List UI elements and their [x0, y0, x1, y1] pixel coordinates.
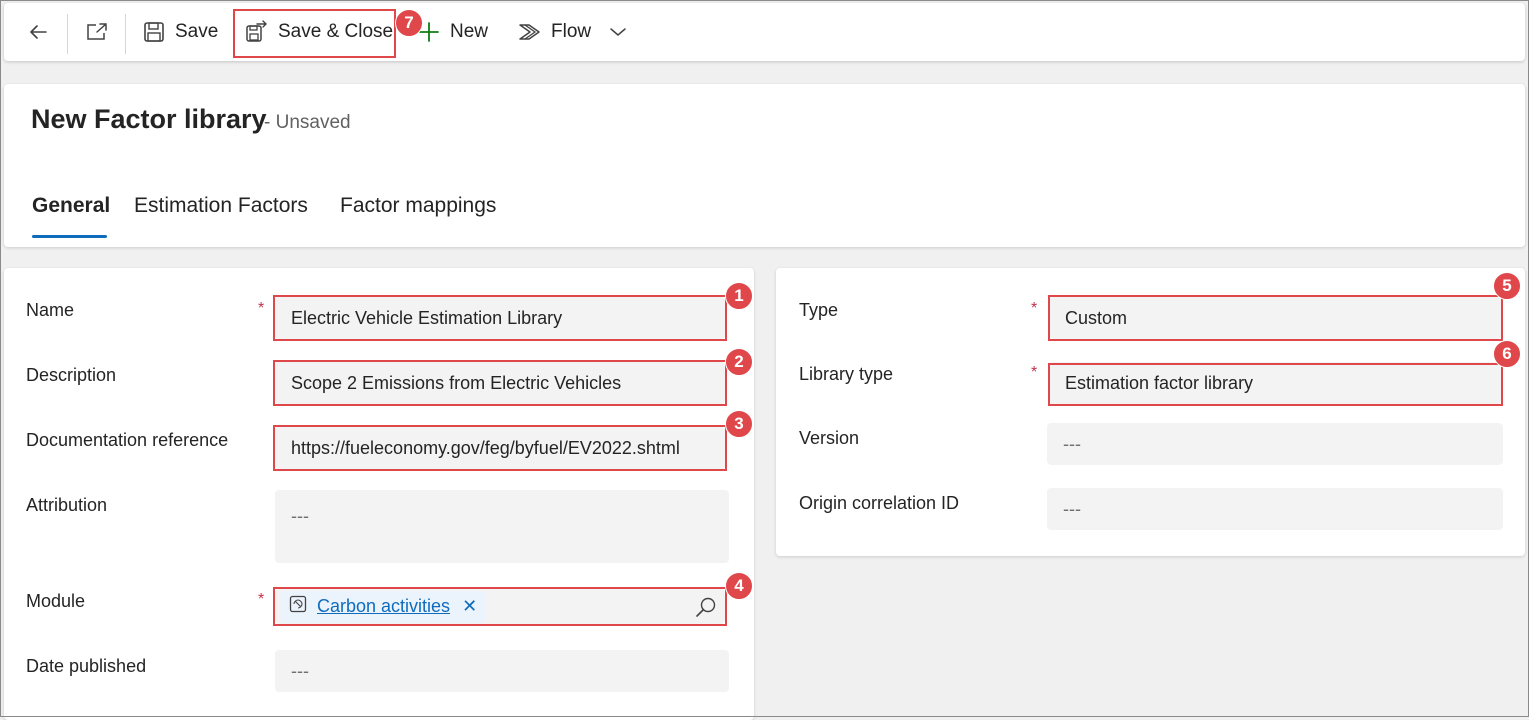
save-and-close-button[interactable]: Save & Close [245, 3, 393, 61]
callout-badge-6: 6 [1493, 340, 1521, 368]
module-tag-link[interactable]: Carbon activities [317, 596, 450, 617]
save-label: Save [175, 21, 219, 42]
flow-label: Flow [551, 21, 592, 42]
description-label: Description [26, 365, 117, 385]
date-published-field[interactable]: --- [275, 650, 729, 692]
toolbar-divider [67, 14, 68, 54]
save-status: - Unsaved [264, 112, 351, 133]
page-title: New Factor library [31, 104, 267, 134]
attribution-label: Attribution [26, 495, 108, 515]
callout-badge-4: 4 [725, 572, 753, 600]
new-button[interactable]: New [418, 3, 488, 61]
tab-estimation-factors[interactable]: Estimation Factors [134, 194, 308, 218]
active-tab-indicator [32, 235, 107, 238]
save-button[interactable]: Save [143, 3, 218, 61]
module-tag: Carbon activities ✕ [281, 590, 486, 623]
module-lookup-field[interactable]: Carbon activities ✕ [275, 589, 725, 624]
back-button[interactable] [26, 3, 50, 61]
documentation-reference-label: Documentation reference [26, 430, 229, 450]
name-label: Name [26, 300, 75, 320]
save-and-close-icon [245, 20, 269, 44]
origin-correlation-id-field[interactable]: --- [1047, 488, 1503, 530]
required-indicator: * [1031, 364, 1038, 381]
required-indicator: * [258, 591, 265, 608]
tab-factor-mappings[interactable]: Factor mappings [340, 194, 496, 218]
form-header: New Factor library - Unsaved General Est… [4, 84, 1525, 247]
toolbar-divider [125, 14, 126, 54]
flow-icon [518, 21, 542, 43]
new-label: New [450, 21, 489, 42]
attribution-field[interactable]: --- [275, 490, 729, 563]
library-type-label: Library type [799, 364, 894, 384]
arrow-left-icon [26, 20, 50, 44]
tab-general[interactable]: General [32, 194, 110, 218]
version-label: Version [799, 428, 860, 448]
flow-button[interactable]: Flow [518, 3, 627, 61]
callout-badge-7: 7 [395, 9, 423, 37]
chevron-down-icon[interactable] [609, 26, 627, 38]
type-field[interactable]: Custom [1049, 297, 1501, 339]
name-field[interactable]: Electric Vehicle Estimation Library [275, 297, 725, 339]
callout-badge-3: 3 [725, 410, 753, 438]
version-field[interactable]: --- [1047, 423, 1503, 465]
date-published-label: Date published [26, 656, 147, 676]
required-indicator: * [1031, 300, 1038, 317]
open-in-new-window-icon [84, 20, 110, 44]
remove-tag-icon[interactable]: ✕ [462, 596, 477, 617]
command-bar: Save Save & Close New Flow [4, 3, 1525, 61]
required-indicator: * [258, 300, 265, 317]
open-in-new-window-button[interactable] [84, 3, 110, 61]
description-field[interactable]: Scope 2 Emissions from Electric Vehicles [275, 362, 725, 404]
module-label: Module [26, 591, 86, 611]
type-label: Type [799, 300, 839, 320]
documentation-reference-field[interactable]: https://fueleconomy.gov/feg/byfuel/EV202… [275, 427, 725, 469]
origin-correlation-id-label: Origin correlation ID [799, 493, 960, 513]
save-and-close-label: Save & Close [278, 21, 394, 42]
module-entity-icon [289, 595, 307, 618]
library-type-field[interactable]: Estimation factor library [1049, 362, 1501, 404]
callout-badge-5: 5 [1493, 272, 1521, 300]
callout-badge-2: 2 [725, 348, 753, 376]
callout-badge-1: 1 [725, 282, 753, 310]
save-icon [143, 21, 165, 43]
search-icon[interactable] [695, 596, 717, 623]
